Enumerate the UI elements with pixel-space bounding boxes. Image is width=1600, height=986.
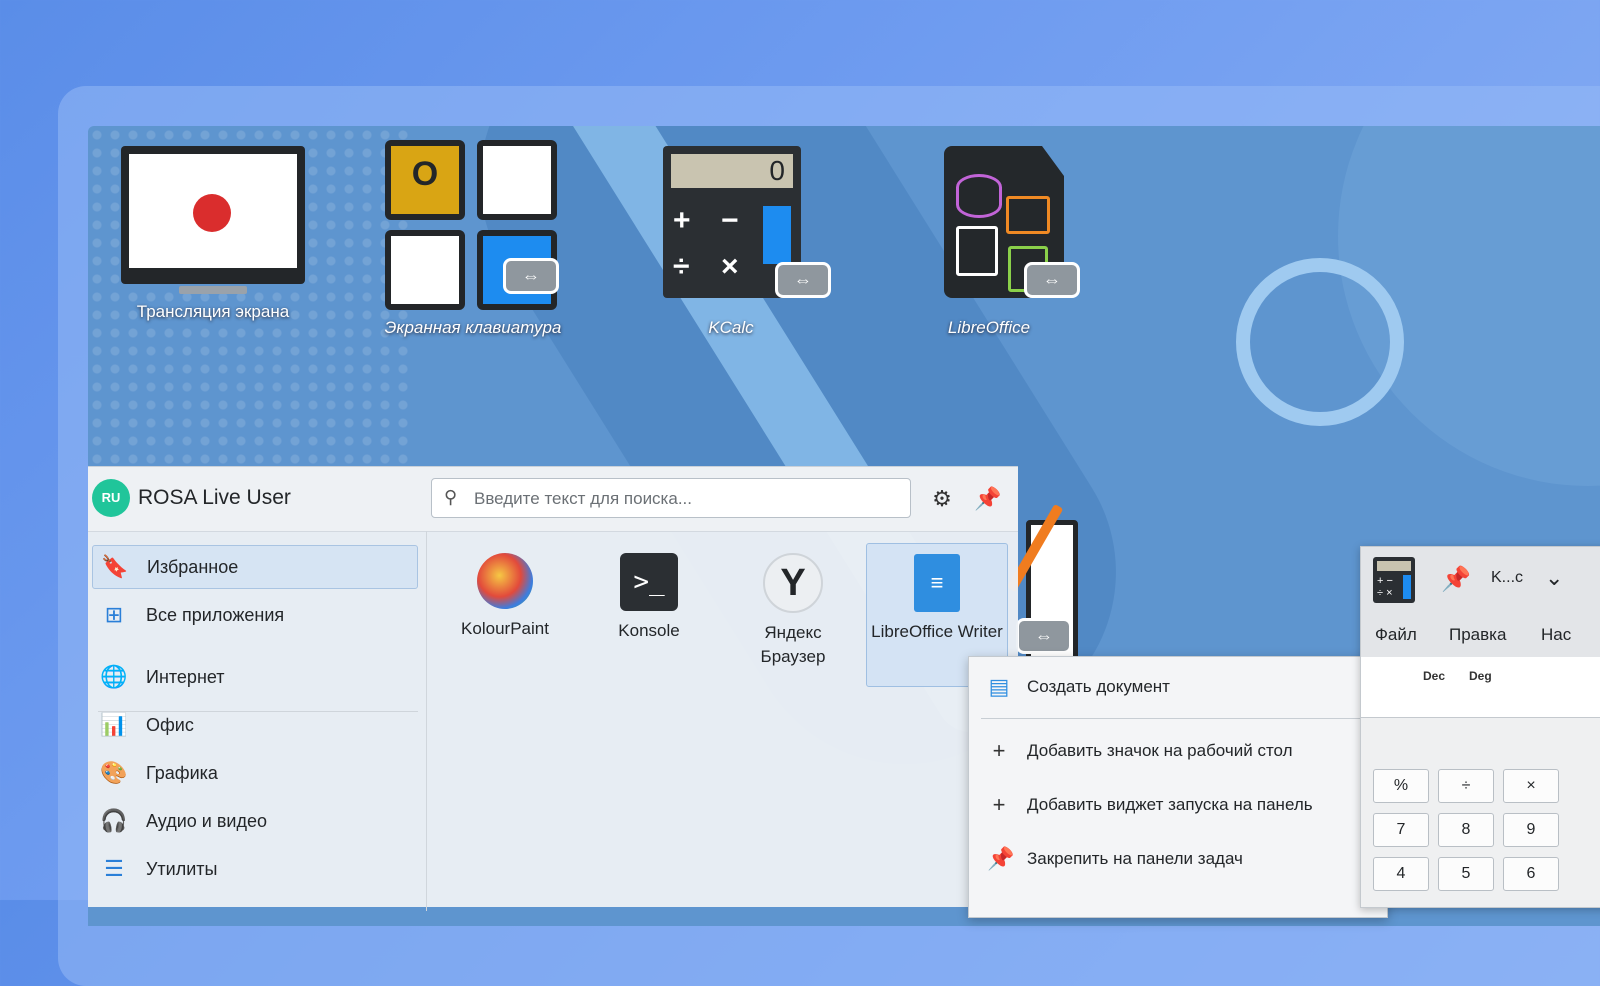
key-4[interactable]: 4 xyxy=(1373,857,1429,891)
launcher-header: RU ROSA Live User ⚲ ⚙ 📌 xyxy=(88,467,1018,532)
menu-item-label: Добавить виджет запуска на панель xyxy=(1027,795,1313,814)
app-konsole[interactable]: >_ Konsole xyxy=(578,543,720,683)
libreoffice-icon: ⇔ xyxy=(904,146,1080,312)
category-label: Офис xyxy=(146,714,194,735)
globe-icon: 🌐 xyxy=(100,664,128,689)
key-divide[interactable]: ÷ xyxy=(1438,769,1494,803)
desktop-icon-screencast[interactable]: Трансляция экрана xyxy=(113,146,313,322)
category-office[interactable]: 📊 Офис xyxy=(92,703,418,747)
menu-item-label: Создать документ xyxy=(1027,677,1170,696)
app-yandex-browser[interactable]: Y Яндекс Браузер xyxy=(722,543,864,683)
search-field[interactable]: ⚲ xyxy=(431,478,911,518)
link-icon: ⇔ xyxy=(503,258,559,294)
key-multiply[interactable]: × xyxy=(1503,769,1559,803)
user-name: ROSA Live User xyxy=(138,486,291,509)
kcalc-display: Dec Deg xyxy=(1361,657,1600,718)
calculator-icon: + − ÷ × xyxy=(1373,557,1415,603)
desktop-icon-onscreen-keyboard[interactable]: O ⇔ Экранная клавиатура xyxy=(373,140,573,338)
key-percent[interactable]: % xyxy=(1373,769,1429,803)
palette-icon: 🎨 xyxy=(100,760,128,785)
kcalc-window: + − ÷ × 📌 K...c ⌄ Файл Правка Нас Dec Deg… xyxy=(1360,546,1600,908)
link-icon: ⇔ xyxy=(775,262,831,298)
category-label: Графика xyxy=(146,762,218,783)
search-icon: ⚲ xyxy=(444,487,458,507)
key-7[interactable]: 7 xyxy=(1373,813,1429,847)
desktop-icon-label: Трансляция экрана xyxy=(136,302,290,321)
bookmark-icon: 🔖 xyxy=(101,554,129,579)
category-all-apps[interactable]: ⊞ Все приложения xyxy=(92,593,418,637)
menu-edit[interactable]: Правка xyxy=(1449,625,1506,645)
sliders-icon: ☰ xyxy=(104,856,124,881)
key-5[interactable]: 5 xyxy=(1438,857,1494,891)
menu-item-label: Добавить значок на рабочий стол xyxy=(1027,741,1293,760)
link-icon: ⇔ xyxy=(1024,262,1080,298)
category-multimedia[interactable]: 🎧 Аудио и видео xyxy=(92,799,418,843)
app-name: Яндекс Браузер xyxy=(760,623,826,666)
keyboard-icon: O ⇔ xyxy=(385,140,561,312)
divider xyxy=(981,718,1375,719)
configure-icon[interactable]: ⚙ xyxy=(926,483,958,515)
desktop-icon-libreoffice[interactable]: ⇔ LibreOffice xyxy=(889,146,1089,338)
desktop-icon-kcalc[interactable]: 0 + − ÷ × ⇔ KCalc xyxy=(631,146,831,338)
headphones-icon: 🎧 xyxy=(100,808,128,833)
app-name: LibreOffice Writer xyxy=(871,622,1003,641)
window-title: K...c xyxy=(1491,569,1524,586)
menu-item-add-to-panel[interactable]: + Добавить виджет запуска на панель xyxy=(969,785,1387,825)
yandex-browser-icon: Y xyxy=(763,553,823,613)
category-label: Интернет xyxy=(146,666,225,687)
desktop-icon-label: Экранная клавиатура xyxy=(384,318,562,337)
menu-file[interactable]: Файл xyxy=(1375,625,1417,645)
category-label: Избранное xyxy=(147,556,239,577)
grid-icon: ⊞ xyxy=(104,602,124,627)
desktop-icon-label: LibreOffice xyxy=(947,318,1031,337)
category-list: 🔖 Избранное ⊞ Все приложения 🌐 Интернет … xyxy=(88,531,427,911)
category-label: Все приложения xyxy=(146,604,285,625)
document-icon: ▤ xyxy=(988,674,1010,699)
application-launcher: RU ROSA Live User ⚲ ⚙ 📌 🔖 Избранное ⊞ Вс… xyxy=(88,466,1018,911)
category-internet[interactable]: 🌐 Интернет xyxy=(92,655,418,699)
menu-item-label: Закрепить на панели задач xyxy=(1027,849,1243,868)
desktop-icon-label: KCalc xyxy=(708,318,754,337)
monitor-icon xyxy=(121,146,305,296)
search-input[interactable] xyxy=(472,485,896,513)
plus-icon: + xyxy=(992,792,1006,817)
context-menu: ▤ Создать документ + Добавить значок на … xyxy=(968,656,1388,918)
menu-item-pin-to-taskbar[interactable]: 📌 Закрепить на панели задач xyxy=(969,839,1387,879)
wallpaper-ring xyxy=(1236,258,1404,426)
menu-item-add-to-desktop[interactable]: + Добавить значок на рабочий стол xyxy=(969,731,1387,771)
avatar[interactable]: RU xyxy=(92,479,130,517)
angle-mode: Deg xyxy=(1469,669,1492,683)
category-label: Аудио и видео xyxy=(146,810,267,831)
category-favorites[interactable]: 🔖 Избранное xyxy=(92,545,418,589)
pin-icon[interactable]: 📌 xyxy=(1441,565,1471,594)
app-name: KolourPaint xyxy=(461,619,549,638)
menu-item-new-document[interactable]: ▤ Создать документ xyxy=(969,667,1387,707)
base-mode: Dec xyxy=(1423,669,1446,683)
calculator-icon: 0 + − ÷ × ⇔ xyxy=(651,146,831,312)
link-icon: ⇔ xyxy=(1016,618,1072,654)
category-label: Утилиты xyxy=(146,858,218,879)
writer-document-icon: ≡ xyxy=(914,554,960,612)
app-name: Konsole xyxy=(618,621,680,640)
terminal-icon: >_ xyxy=(620,553,678,611)
app-kolourpaint[interactable]: KolourPaint xyxy=(434,543,576,683)
presentation-icon: 📊 xyxy=(100,712,128,737)
kcalc-titlebar: + − ÷ × 📌 K...c ⌄ Файл Правка Нас xyxy=(1361,547,1600,657)
category-graphics[interactable]: 🎨 Графика xyxy=(92,751,418,795)
menu-settings[interactable]: Нас xyxy=(1541,625,1571,645)
plus-icon: + xyxy=(992,738,1006,763)
key-9[interactable]: 9 xyxy=(1503,813,1559,847)
pin-icon: 📌 xyxy=(987,846,1015,871)
favorites-grid: KolourPaint >_ Konsole Y Яндекс Браузер … xyxy=(428,531,1018,911)
pin-icon[interactable]: 📌 xyxy=(972,483,1004,515)
key-8[interactable]: 8 xyxy=(1438,813,1494,847)
chevron-down-icon[interactable]: ⌄ xyxy=(1545,565,1563,591)
paint-palette-icon xyxy=(477,553,533,609)
key-6[interactable]: 6 xyxy=(1503,857,1559,891)
category-utilities[interactable]: ☰ Утилиты xyxy=(92,847,418,891)
